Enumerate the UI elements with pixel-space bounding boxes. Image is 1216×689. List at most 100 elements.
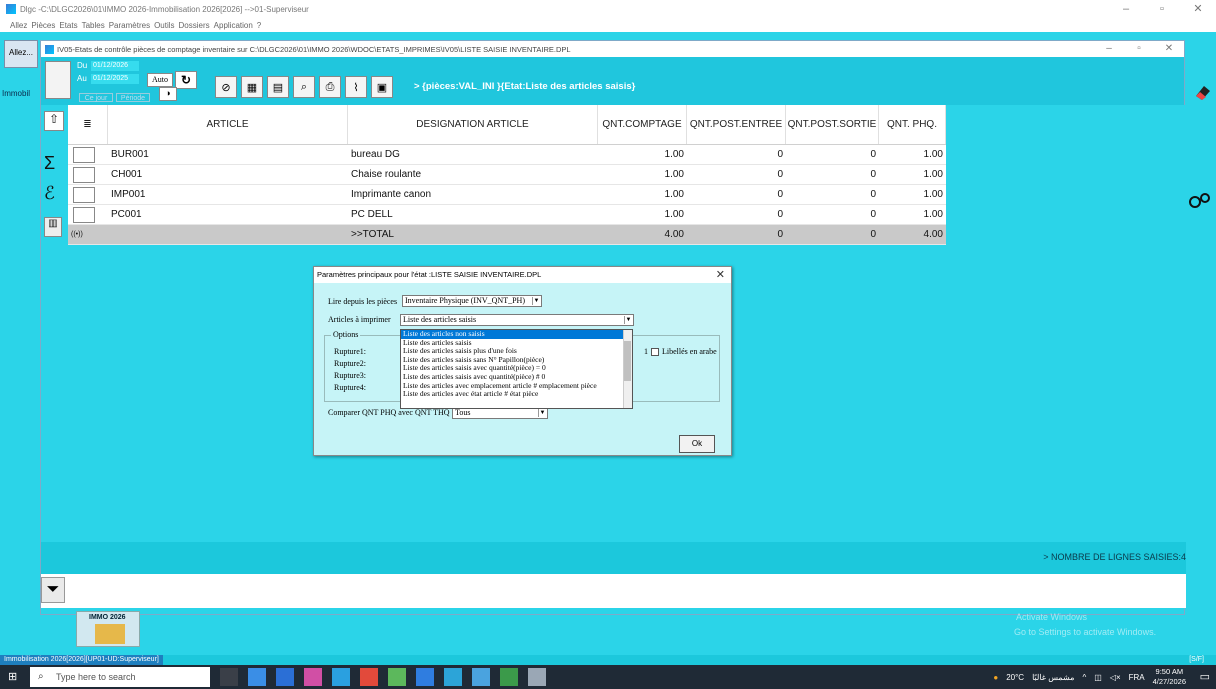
table-row[interactable]: CH001 Chaise roulante 1.00 0 0 1.00 xyxy=(68,165,946,185)
periode-button[interactable]: Période xyxy=(116,93,150,102)
print-button[interactable]: ⎙ xyxy=(319,76,341,98)
table-row[interactable]: IMP001 Imprimante canon 1.00 0 0 1.00 xyxy=(68,185,946,205)
palette-icon[interactable]: ◑ xyxy=(159,87,177,101)
dropdown-option[interactable]: Liste des articles saisis sans N° Papill… xyxy=(401,356,632,365)
chart-button[interactable]: ⌇ xyxy=(345,76,367,98)
row-selector[interactable] xyxy=(73,206,95,223)
excel-icon[interactable] xyxy=(500,668,518,686)
report-logo-icon xyxy=(45,44,54,54)
formula-icon[interactable]: ℰ xyxy=(44,183,55,204)
rupture3-label: Rupture3: xyxy=(334,371,366,380)
dropdown-option[interactable]: Liste des articles saisis xyxy=(401,339,632,348)
preview-button[interactable]: ⌕ xyxy=(293,76,315,98)
up-arrow-icon[interactable]: ⇧ xyxy=(44,111,64,131)
col-article[interactable]: ARTICLE xyxy=(108,105,348,144)
auto-button[interactable]: Auto xyxy=(147,73,173,87)
menu-tables[interactable]: Tables xyxy=(82,21,105,30)
dialog-close-icon[interactable]: ✕ xyxy=(716,267,725,283)
lire-select[interactable]: Inventaire Physique (INV_QNT_PH) ▼ xyxy=(402,295,542,307)
child-close-icon[interactable]: ✕ xyxy=(1154,41,1184,57)
app-icon[interactable] xyxy=(276,668,294,686)
comparer-value: Tous xyxy=(455,408,471,417)
app-icon[interactable] xyxy=(472,668,490,686)
child-minimize-icon[interactable]: – xyxy=(1094,41,1124,57)
task-view-icon[interactable] xyxy=(220,668,238,686)
dropdown-option[interactable]: Liste des articles avec état article # é… xyxy=(401,390,632,399)
dropdown-option[interactable]: Liste des articles saisis plus d'une foi… xyxy=(401,347,632,356)
cell-designation: Imprimante canon xyxy=(351,189,432,200)
child-maximize-icon[interactable]: ▫ xyxy=(1124,41,1154,57)
row-selector[interactable] xyxy=(73,146,95,163)
telegram-icon[interactable] xyxy=(332,668,350,686)
close-icon[interactable]: ✕ xyxy=(1180,0,1216,18)
articles-value: Liste des articles saisis xyxy=(403,315,477,324)
ce-jour-button[interactable]: Ce jour xyxy=(79,93,113,102)
ok-button[interactable]: Ok xyxy=(679,435,715,453)
gears-icon[interactable] xyxy=(1188,192,1212,210)
instagram-icon[interactable] xyxy=(304,668,322,686)
weather-temp[interactable]: 20°C xyxy=(1006,673,1024,682)
weather-text[interactable]: مشمس غالبًا xyxy=(1032,673,1074,682)
app-icon[interactable] xyxy=(388,668,406,686)
word-icon[interactable] xyxy=(416,668,434,686)
menu-application[interactable]: Application xyxy=(214,21,253,30)
minimize-icon[interactable]: – xyxy=(1108,0,1144,18)
col-qnt-comptage[interactable]: QNT.COMPTAGE xyxy=(598,105,687,144)
row-selector[interactable] xyxy=(73,166,95,183)
col-qnt-phq[interactable]: QNT. PHQ. xyxy=(879,105,946,144)
rupture1-label: Rupture1: xyxy=(334,347,366,356)
clock[interactable]: 9:50 AM 4/27/2026 xyxy=(1153,667,1186,687)
calculator-app-icon[interactable] xyxy=(248,668,266,686)
dropdown-option[interactable]: Liste des articles non saisis xyxy=(401,330,632,339)
dlgc-app-icon[interactable] xyxy=(444,668,462,686)
row-selector[interactable] xyxy=(73,186,95,203)
app-icon[interactable] xyxy=(528,668,546,686)
image-button[interactable]: ▣ xyxy=(371,76,393,98)
refresh-button[interactable]: ↻ xyxy=(175,71,197,89)
export-excel-button[interactable]: ▤ xyxy=(267,76,289,98)
menu-parametres[interactable]: Paramètres xyxy=(109,21,150,30)
allez-button[interactable]: Allez... xyxy=(4,40,38,68)
menu-help[interactable]: ? xyxy=(257,21,261,30)
articles-dropdown-list: Liste des articles non saisis Liste des … xyxy=(400,329,633,409)
volume-icon[interactable]: ◁× xyxy=(1110,673,1121,682)
date-du-field[interactable]: 01/12/2026 xyxy=(91,61,139,71)
stop-button[interactable]: ⊘ xyxy=(215,76,237,98)
app-left-panel: Allez... Immobil xyxy=(0,32,42,655)
libelles-arabe-checkbox[interactable] xyxy=(651,347,659,356)
dropdown-option[interactable]: Liste des articles saisis avec quantité(… xyxy=(401,373,632,382)
immo-logo[interactable]: IMMO 2026 xyxy=(76,611,140,647)
menu-dossiers[interactable]: Dossiers xyxy=(179,21,210,30)
tray-chevron-icon[interactable]: ^ xyxy=(1082,673,1086,682)
calculator-icon[interactable]: ▥ xyxy=(44,217,62,237)
libelles-arabe-option[interactable]: 1 Libellés en arabe xyxy=(644,347,717,356)
network-icon[interactable]: ◫ xyxy=(1094,673,1102,682)
dropdown-option[interactable]: Liste des articles avec emplacement arti… xyxy=(401,382,632,391)
articles-select[interactable]: Liste des articles saisis ▼ xyxy=(400,314,634,326)
windows-start-icon[interactable]: ⊞ xyxy=(8,671,20,683)
lang-indicator[interactable]: FRA xyxy=(1129,673,1145,682)
chrome-icon[interactable] xyxy=(360,668,378,686)
eraser-icon[interactable] xyxy=(1192,82,1212,102)
menu-pieces[interactable]: Pièces xyxy=(31,21,55,30)
menu-outils[interactable]: Outils xyxy=(154,21,174,30)
date-au-field[interactable]: 01/12/2025 xyxy=(91,74,139,84)
notification-icon[interactable]: ▭ xyxy=(1200,670,1210,683)
menu-etats[interactable]: Etats xyxy=(59,21,77,30)
column-menu[interactable]: ≣ xyxy=(68,105,108,144)
col-qnt-post-entree[interactable]: QNT.POST.ENTREE xyxy=(687,105,786,144)
col-designation[interactable]: DESIGNATION ARTICLE xyxy=(348,105,598,144)
dropdown-scrollbar-thumb[interactable] xyxy=(624,341,631,381)
sigma-icon[interactable]: Σ xyxy=(44,153,55,174)
grid-view-button[interactable]: ▦ xyxy=(241,76,263,98)
table-row[interactable]: PC001 PC DELL 1.00 0 0 1.00 xyxy=(68,205,946,225)
filter-icon[interactable]: ⏷ xyxy=(41,577,65,603)
taskbar-search[interactable]: ⌕ Type here to search xyxy=(30,667,210,687)
table-row[interactable]: BUR001 bureau DG 1.00 0 0 1.00 xyxy=(68,145,946,165)
calendar-icon[interactable] xyxy=(45,61,71,99)
maximize-icon[interactable]: ▫ xyxy=(1144,0,1180,18)
col-qnt-post-sortie[interactable]: QNT.POST.SORTIE xyxy=(786,105,879,144)
dropdown-option[interactable]: Liste des articles saisis avec quantité(… xyxy=(401,364,632,373)
menu-allez[interactable]: Allez xyxy=(10,21,27,30)
chevron-down-icon: ▼ xyxy=(624,316,632,324)
